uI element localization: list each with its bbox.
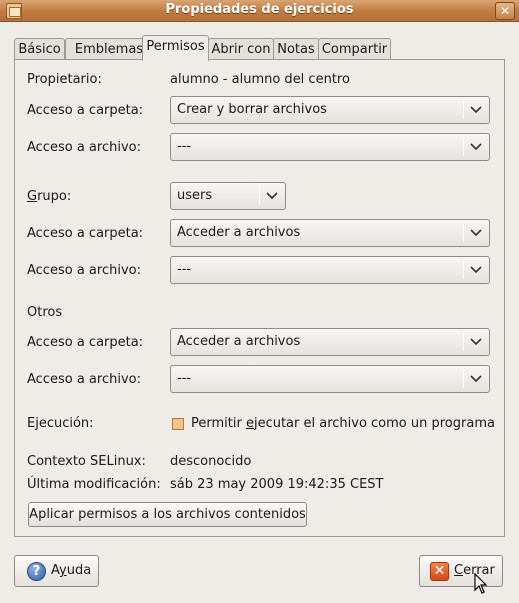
owner-label: Propietario:	[27, 72, 102, 87]
combo-separator	[259, 187, 260, 205]
others-folder-access-value: Acceder a archivos	[177, 334, 301, 349]
combo-separator	[463, 333, 464, 351]
combo-separator	[463, 224, 464, 242]
chevron-down-icon	[470, 338, 482, 346]
combo-separator	[463, 138, 464, 156]
chevron-down-icon	[470, 229, 482, 237]
group-value: users	[177, 188, 213, 203]
chevron-down-icon	[470, 143, 482, 151]
group-folder-access-label: Acceso a carpeta:	[27, 226, 144, 241]
others-folder-access-combo[interactable]: Acceder a archivos	[170, 328, 490, 356]
execute-label-prefix: Permitir	[191, 416, 246, 431]
chevron-down-icon	[470, 266, 482, 274]
execute-label-rest: jecutar el archivo como un programa	[253, 416, 495, 431]
group-file-access-label: Acceso a archivo:	[27, 263, 141, 278]
owner-folder-access-combo[interactable]: Crear y borrar archivos	[170, 96, 490, 124]
combo-separator	[463, 370, 464, 388]
others-file-access-value: ---	[177, 371, 192, 386]
tab-compartir[interactable]: Compartir	[318, 38, 391, 60]
help-button[interactable]: ? Ayuda	[14, 555, 99, 587]
others-heading: Otros	[27, 305, 63, 320]
mouse-pointer-icon	[474, 573, 488, 594]
title-bar: Propiedades de ejercicios ✕	[0, 0, 519, 22]
window-close-button[interactable]: ✕	[495, 2, 515, 20]
execute-checkbox[interactable]	[172, 418, 184, 430]
others-file-access-label: Acceso a archivo:	[27, 372, 141, 387]
chevron-down-icon	[266, 192, 278, 200]
tab-notas[interactable]: Notas	[273, 38, 319, 60]
group-file-access-combo[interactable]: ---	[170, 256, 490, 284]
owner-file-access-label: Acceso a archivo:	[27, 140, 141, 155]
tab-permisos[interactable]: Permisos	[142, 35, 209, 61]
group-file-access-value: ---	[177, 262, 192, 277]
tab-basico[interactable]: Básico	[14, 38, 65, 60]
others-folder-access-label: Acceso a carpeta:	[27, 335, 144, 350]
help-label-mnemonic: y	[59, 563, 67, 578]
tab-abrir-con[interactable]: Abrir con	[208, 38, 274, 60]
tab-emblemas[interactable]: Emblemas	[65, 38, 153, 60]
group-label-rest: rupo:	[37, 189, 72, 204]
owner-value: alumno - alumno del centro	[170, 72, 350, 87]
help-label-prefix: A	[51, 563, 60, 578]
owner-file-access-value: ---	[177, 139, 192, 154]
close-icon: ✕	[430, 562, 449, 581]
execute-checkbox-label[interactable]: Permitir ejecutar el archivo como un pro…	[191, 416, 495, 431]
close-label-mnemonic: C	[454, 563, 464, 578]
group-folder-access-combo[interactable]: Acceder a archivos	[170, 219, 490, 247]
modified-value: sáb 23 may 2009 19:42:35 CEST	[170, 477, 384, 492]
execution-label: Ejecución:	[27, 416, 94, 431]
group-label: Grupo:	[27, 189, 71, 204]
apply-permissions-button[interactable]: Aplicar permisos a los archivos contenid…	[28, 502, 307, 527]
combo-separator	[463, 101, 464, 119]
close-button[interactable]: ✕ Cerrar	[419, 555, 503, 587]
chevron-down-icon	[470, 106, 482, 114]
group-folder-access-value: Acceder a archivos	[177, 225, 301, 240]
execute-label-mnemonic: e	[245, 416, 254, 431]
owner-folder-access-value: Crear y borrar archivos	[177, 102, 327, 117]
chevron-down-icon	[470, 375, 482, 383]
group-combo[interactable]: users	[170, 182, 286, 210]
others-file-access-combo[interactable]: ---	[170, 365, 490, 393]
group-label-mnemonic: G	[27, 189, 38, 204]
selinux-label: Contexto SELinux:	[27, 454, 146, 469]
help-label-rest: uda	[66, 563, 92, 578]
modified-label: Última modificación:	[27, 477, 161, 492]
selinux-value: desconocido	[170, 454, 252, 469]
window-title: Propiedades de ejercicios	[165, 2, 354, 17]
combo-separator	[463, 261, 464, 279]
owner-folder-access-label: Acceso a carpeta:	[27, 103, 144, 118]
help-button-label: Ayuda	[51, 563, 91, 578]
help-icon: ?	[27, 562, 46, 581]
owner-file-access-combo[interactable]: ---	[170, 133, 490, 161]
